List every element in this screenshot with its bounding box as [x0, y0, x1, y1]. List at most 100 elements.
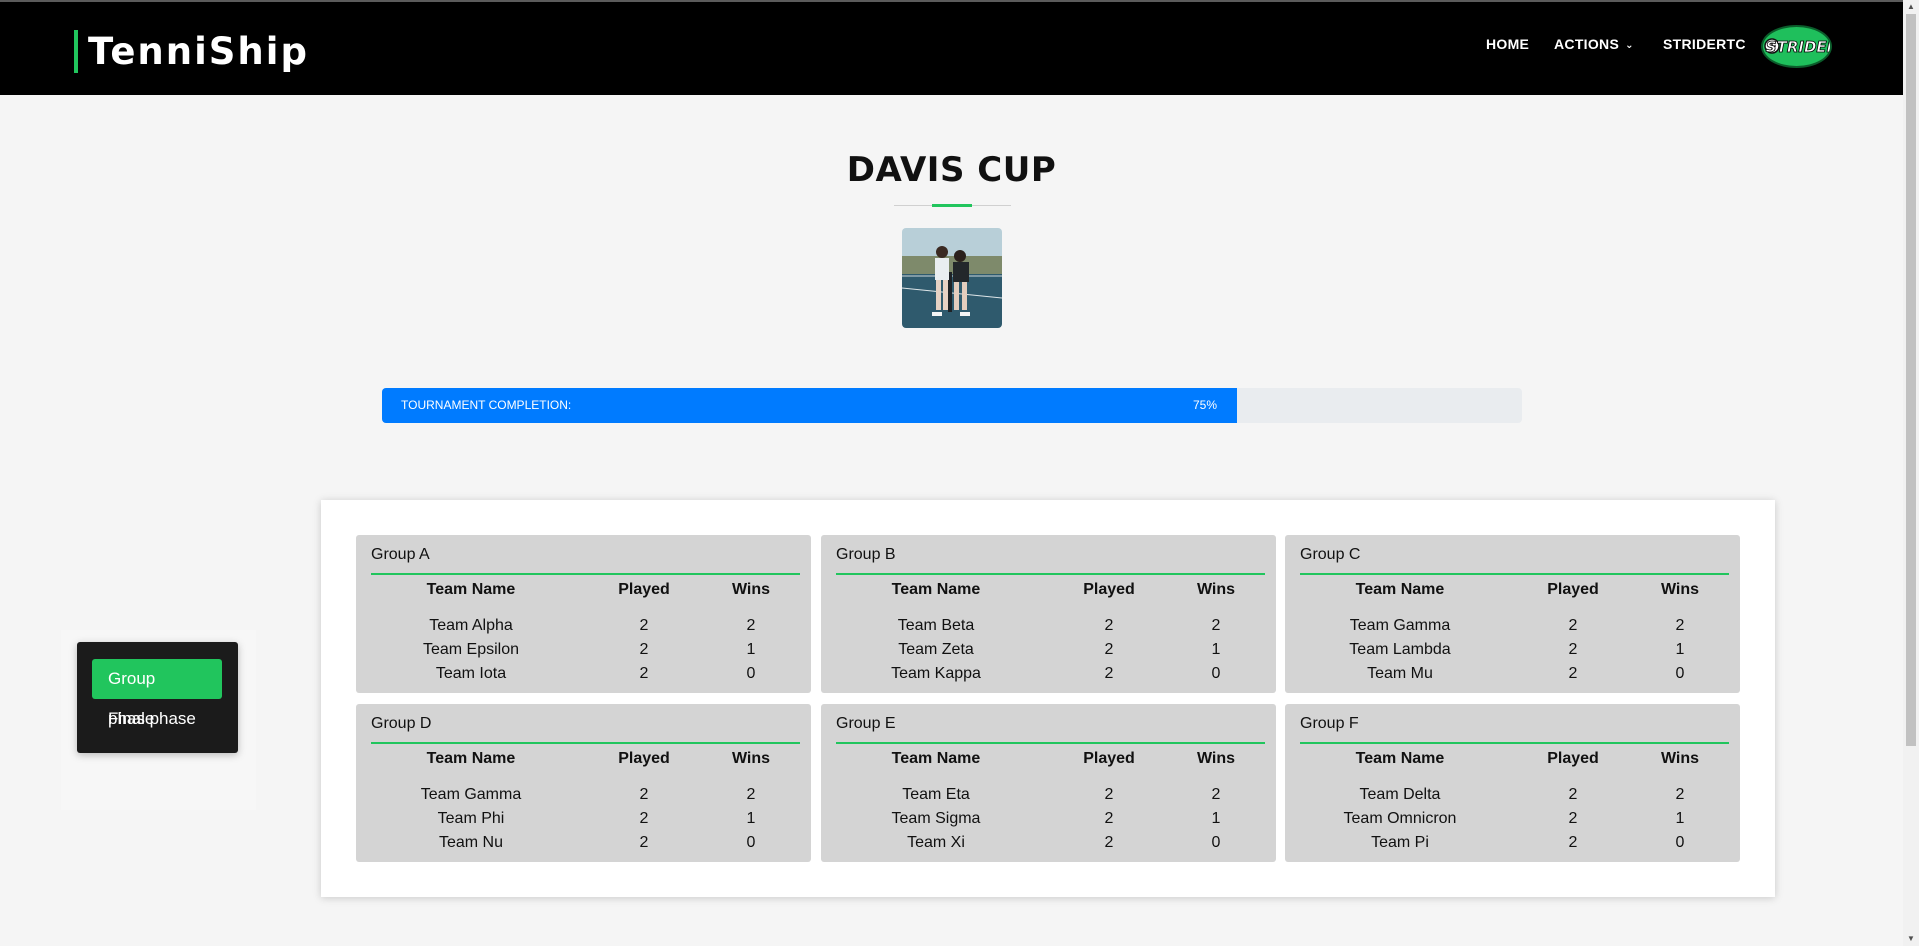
final-phase-button[interactable]: Final phase	[92, 699, 212, 739]
played-cell: 2	[1104, 810, 1114, 827]
col-header-wins: Wins	[1196, 750, 1236, 767]
group-divider	[1300, 742, 1729, 744]
team-name-cell: Team Iota	[435, 665, 507, 682]
group-divider	[836, 742, 1265, 744]
wins-cell: 2	[1211, 617, 1221, 634]
progress-percent: 75%	[1193, 398, 1218, 412]
groups-container: Group A Team Name Played Wins Team Alpha…	[321, 500, 1775, 897]
team-name-cell: Team Phi	[437, 810, 505, 827]
team-name-cell: Team Epsilon	[422, 641, 520, 658]
group-title: Group D	[371, 715, 432, 732]
tournament-progress-bar: TOURNAMENT COMPLETION: 75%	[382, 388, 1522, 423]
wins-cell: 1	[1211, 641, 1221, 658]
played-cell: 2	[639, 810, 649, 827]
wins-cell: 0	[1675, 665, 1685, 682]
played-cell: 2	[1104, 641, 1114, 658]
wins-cell: 1	[1675, 641, 1685, 658]
group-card-d: Group D Team Name Played Wins Team Gamma…	[356, 704, 811, 862]
wins-cell: 0	[746, 834, 756, 851]
team-name-cell: Team Gamma	[420, 786, 522, 803]
wins-cell: 1	[746, 810, 756, 827]
played-cell: 2	[1568, 617, 1578, 634]
team-name-cell: Team Lambda	[1349, 641, 1451, 658]
group-title: Group C	[1300, 546, 1361, 563]
team-name-cell: Team Kappa	[891, 665, 981, 682]
team-name-cell: Team Pi	[1371, 834, 1429, 851]
wins-cell: 2	[746, 786, 756, 803]
played-cell: 2	[1104, 786, 1114, 803]
nav-actions-dropdown[interactable]: ACTIONS ⌄	[1554, 36, 1634, 56]
played-cell: 2	[639, 834, 649, 851]
group-card-f: Group F Team Name Played Wins Team Delta…	[1285, 704, 1740, 862]
team-name-cell: Team Eta	[902, 786, 970, 803]
col-header-wins: Wins	[731, 581, 771, 598]
col-header-played: Played	[618, 581, 670, 598]
col-header-wins: Wins	[1196, 581, 1236, 598]
played-cell: 2	[1104, 834, 1114, 851]
col-header-team: Team Name	[1355, 750, 1445, 767]
wins-cell: 0	[1675, 834, 1685, 851]
wins-cell: 2	[1675, 617, 1685, 634]
group-divider	[371, 573, 800, 575]
played-cell: 2	[1568, 810, 1578, 827]
group-card-b: Group B Team Name Played Wins Team Beta …	[821, 535, 1276, 693]
team-name-cell: Team Alpha	[429, 617, 513, 634]
col-header-team: Team Name	[1355, 581, 1445, 598]
scrollbar-thumb[interactable]	[1906, 14, 1916, 746]
played-cell: 2	[1104, 617, 1114, 634]
group-divider	[836, 573, 1265, 575]
group-divider	[1300, 573, 1729, 575]
played-cell: 2	[1568, 641, 1578, 658]
team-name-cell: Team Nu	[438, 834, 504, 851]
phase-menu: Group phase Final phase	[77, 642, 238, 753]
col-header-team: Team Name	[891, 581, 981, 598]
nav-user-link[interactable]: STRIDERTC	[1663, 36, 1746, 56]
team-name-cell: Team Mu	[1367, 665, 1433, 682]
wins-cell: 0	[1211, 665, 1221, 682]
col-header-team: Team Name	[891, 750, 981, 767]
scroll-up-arrow-icon[interactable]: ▲	[1907, 2, 1915, 11]
group-phase-button[interactable]: Group phase	[92, 659, 222, 728]
group-divider	[371, 742, 800, 744]
group-card-a: Group A Team Name Played Wins Team Alpha…	[356, 535, 811, 693]
group-title: Group A	[371, 546, 430, 563]
group-title: Group F	[1300, 715, 1359, 732]
team-name-cell: Team Sigma	[891, 810, 981, 827]
tournament-photo	[902, 228, 1002, 328]
nav-home-link[interactable]: HOME	[1486, 36, 1529, 56]
group-title: Group E	[836, 715, 896, 732]
logo-text: STRIDER	[1766, 38, 1830, 56]
wins-cell: 2	[1675, 786, 1685, 803]
played-cell: 2	[639, 665, 649, 682]
user-avatar-logo[interactable]: STRIDER	[1761, 25, 1832, 68]
team-name-cell: Team Gamma	[1349, 617, 1451, 634]
progress-label: TOURNAMENT COMPLETION:	[401, 398, 572, 412]
col-header-played: Played	[1547, 581, 1599, 598]
nav-actions-label: ACTIONS	[1554, 36, 1620, 52]
col-header-played: Played	[618, 750, 670, 767]
played-cell: 2	[1568, 786, 1578, 803]
col-header-team: Team Name	[426, 581, 516, 598]
brand-logo[interactable]: TenniShip	[74, 30, 309, 73]
played-cell: 2	[1568, 665, 1578, 682]
played-cell: 2	[639, 786, 649, 803]
team-name-cell: Team Zeta	[898, 641, 974, 658]
team-name-cell: Team Omnicron	[1343, 810, 1457, 827]
wins-cell: 2	[1211, 786, 1221, 803]
played-cell: 2	[639, 617, 649, 634]
wins-cell: 2	[746, 617, 756, 634]
wins-cell: 1	[746, 641, 756, 658]
group-card-e: Group E Team Name Played Wins Team Eta 2…	[821, 704, 1276, 862]
team-name-cell: Team Xi	[907, 834, 965, 851]
col-header-wins: Wins	[731, 750, 771, 767]
wins-cell: 0	[1211, 834, 1221, 851]
wins-cell: 1	[1211, 810, 1221, 827]
group-card-c: Group C Team Name Played Wins Team Gamma…	[1285, 535, 1740, 693]
col-header-played: Played	[1083, 581, 1135, 598]
wins-cell: 0	[746, 665, 756, 682]
team-name-cell: Team Beta	[897, 617, 975, 634]
col-header-team: Team Name	[426, 750, 516, 767]
top-navbar: TenniShip HOME ACTIONS ⌄ STRIDERTC STRIDE…	[0, 2, 1903, 95]
scroll-down-arrow-icon[interactable]: ▼	[1907, 934, 1915, 943]
played-cell: 2	[639, 641, 649, 658]
